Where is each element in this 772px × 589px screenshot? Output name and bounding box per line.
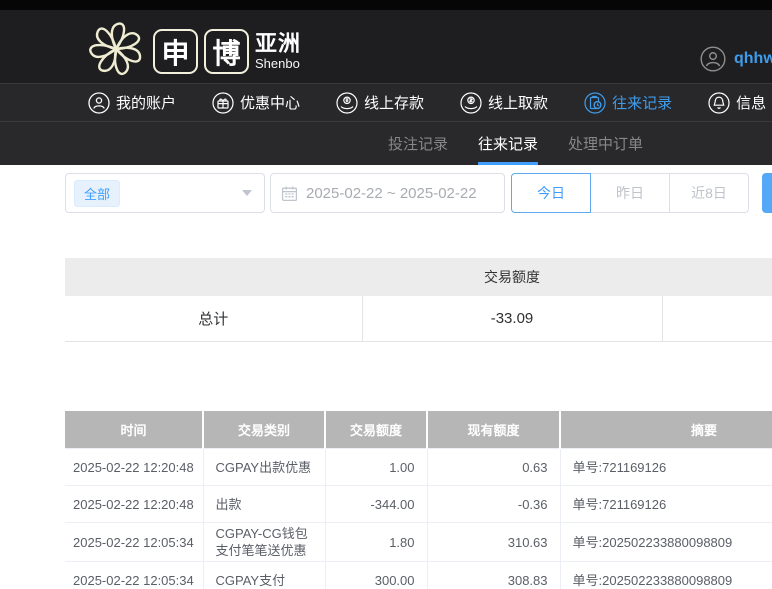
- filter-row: 全部 2025-02-22 ~ 2025-02-22 今日 昨日 近8日 搜索: [65, 173, 772, 213]
- summary-empty-cell: [661, 296, 772, 342]
- records-subnav: 投注记录 往来记录 处理中订单: [0, 121, 772, 165]
- summary-table: 交易额度 总计 -33.09: [65, 258, 772, 342]
- col-header-balance: 现有额度: [426, 410, 560, 449]
- logo-region-text: 亚洲: [255, 31, 302, 56]
- gift-icon: [212, 91, 234, 114]
- user-avatar-icon: [700, 46, 726, 72]
- content-area: 全部 2025-02-22 ~ 2025-02-22 今日 昨日 近8日 搜索 …: [65, 173, 772, 589]
- cell-summary: 单号:721169126: [559, 448, 772, 486]
- top-strip: [0, 0, 772, 10]
- nav-item-deposit[interactable]: 线上存款: [336, 91, 425, 114]
- nav-item-label: 信息: [736, 95, 767, 112]
- cell-balance: 0.63: [426, 448, 560, 486]
- cell-time: 2025-02-22 12:20:48: [65, 448, 203, 486]
- cell-summary: 单号:202502233880098809: [559, 522, 772, 562]
- site-header: 申 博 亚洲 Shenbo qhhw: [0, 10, 772, 83]
- date-range-input[interactable]: 2025-02-22 ~ 2025-02-22: [270, 173, 505, 213]
- cell-amount: 1.00: [324, 448, 427, 486]
- cell-amount: 300.00: [324, 561, 427, 589]
- user-account[interactable]: qhhw: [700, 46, 772, 72]
- cell-balance: 308.83: [426, 561, 560, 589]
- table-row: 2025-02-22 12:05:34 CGPAY-CG钱包支付笔笔送优惠 1.…: [65, 522, 772, 562]
- transactions-body: 2025-02-22 12:20:48 CGPAY出款优惠 1.00 0.63 …: [65, 448, 772, 589]
- nav-item-messages[interactable]: 信息: [708, 91, 767, 114]
- search-button[interactable]: 搜索: [762, 173, 772, 213]
- logo-char-bo: 博: [204, 29, 249, 74]
- flower-logo-icon: [85, 18, 147, 85]
- cell-type: CGPAY支付: [202, 561, 325, 589]
- nav-item-withdraw[interactable]: 线上取款: [460, 91, 549, 114]
- summary-total-row: 总计 -33.09: [65, 296, 772, 342]
- cell-time: 2025-02-22 12:20:48: [65, 485, 203, 523]
- cell-amount: -344.00: [324, 485, 427, 523]
- main-navigation: 我的账户 优惠中心 线上存款 线上取款 往来记录 信息: [0, 83, 772, 121]
- nav-item-label: 优惠中心: [240, 95, 301, 112]
- cell-summary: 单号:721169126: [559, 485, 772, 523]
- col-header-time: 时间: [65, 410, 203, 449]
- table-row: 2025-02-22 12:20:48 出款 -344.00 -0.36 单号:…: [65, 485, 772, 523]
- yesterday-button[interactable]: 昨日: [590, 173, 670, 213]
- nav-item-label: 我的账户: [116, 95, 177, 112]
- tab-transaction-records[interactable]: 往来记录: [478, 122, 539, 165]
- logo-latin-text: Shenbo: [255, 56, 300, 71]
- summary-total-value: -33.09: [361, 296, 662, 342]
- cell-type: 出款: [202, 485, 325, 523]
- cell-balance: 310.63: [426, 522, 560, 562]
- col-header-type: 交易类别: [202, 410, 325, 449]
- withdraw-coin-icon: [460, 91, 482, 114]
- table-row: 2025-02-22 12:05:34 CGPAY支付 300.00 308.8…: [65, 561, 772, 589]
- table-row: 2025-02-22 12:20:48 CGPAY出款优惠 1.00 0.63 …: [65, 448, 772, 486]
- col-header-amount: 交易额度: [324, 410, 427, 449]
- summary-header-empty: [662, 258, 772, 296]
- calendar-icon: [281, 186, 298, 201]
- username-text[interactable]: qhhw: [734, 50, 772, 68]
- today-button[interactable]: 今日: [511, 173, 591, 213]
- last-8-days-button[interactable]: 近8日: [669, 173, 749, 213]
- logo-char-shen: 申: [153, 29, 198, 74]
- summary-total-label: 总计: [65, 296, 362, 342]
- cell-type: CGPAY-CG钱包支付笔笔送优惠: [202, 522, 325, 562]
- summary-header-empty: [65, 258, 362, 296]
- type-select[interactable]: 全部: [65, 173, 265, 213]
- person-icon: [88, 91, 110, 114]
- transactions-header-row: 时间 交易类别 交易额度 现有额度 摘要: [65, 410, 772, 449]
- tab-betting-records[interactable]: 投注记录: [388, 122, 448, 165]
- quick-date-button-group: 今日 昨日 近8日: [511, 173, 749, 213]
- cell-summary: 单号:202502233880098809: [559, 561, 772, 589]
- deposit-coin-icon: [336, 91, 358, 114]
- tab-processing-orders[interactable]: 处理中订单: [568, 122, 643, 165]
- nav-item-label: 线上取款: [488, 95, 549, 112]
- nav-item-my-account[interactable]: 我的账户: [88, 91, 177, 114]
- summary-header-row: 交易额度: [65, 258, 772, 296]
- date-range-value: 2025-02-22 ~ 2025-02-22: [306, 184, 477, 202]
- nav-item-promotions[interactable]: 优惠中心: [212, 91, 301, 114]
- summary-header-amount: 交易额度: [362, 258, 662, 296]
- records-clipboard-icon: [584, 91, 606, 114]
- nav-item-transaction-records[interactable]: 往来记录: [584, 91, 673, 114]
- cell-amount: 1.80: [324, 522, 427, 562]
- type-select-value-tag[interactable]: 全部: [74, 179, 121, 207]
- transactions-table: 时间 交易类别 交易额度 现有额度 摘要 2025-02-22 12:20:48…: [65, 410, 772, 589]
- col-header-summary: 摘要: [559, 410, 772, 449]
- nav-item-label: 线上存款: [364, 95, 425, 112]
- bell-icon: [708, 91, 730, 114]
- chevron-down-icon: [242, 190, 252, 196]
- cell-time: 2025-02-22 12:05:34: [65, 522, 203, 562]
- cell-time: 2025-02-22 12:05:34: [65, 561, 203, 589]
- cell-balance: -0.36: [426, 485, 560, 523]
- cell-type: CGPAY出款优惠: [202, 448, 325, 486]
- nav-item-label: 往来记录: [612, 95, 673, 112]
- site-logo[interactable]: 申 博 亚洲 Shenbo: [85, 18, 301, 85]
